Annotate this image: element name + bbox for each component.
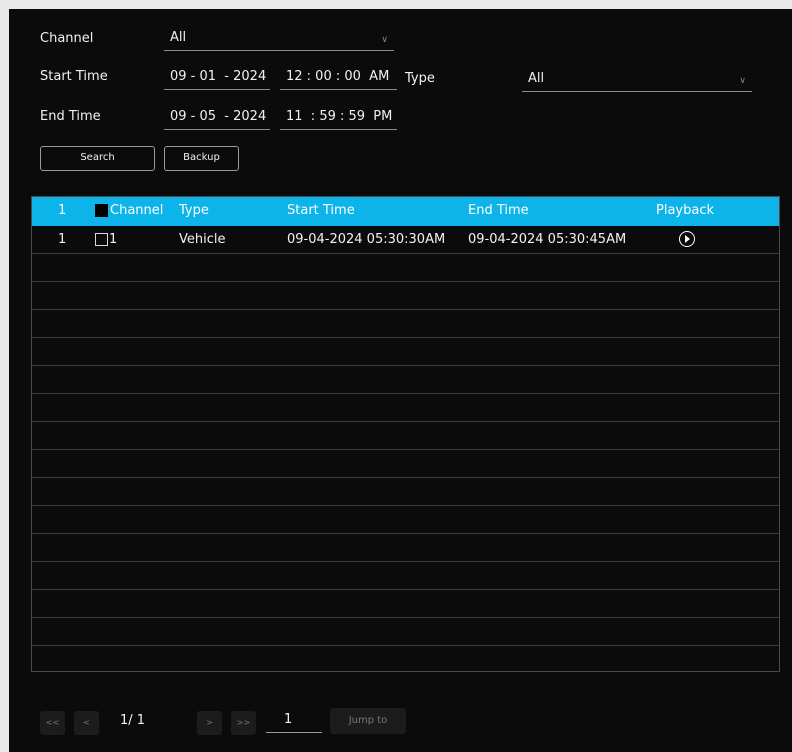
start-time-input[interactable]: 12 : 00 : 00 AM [280, 68, 397, 90]
row-end-time: 09-04-2024 05:30:45AM [468, 232, 627, 247]
header-end-time: End Time [468, 203, 529, 218]
table-row [32, 394, 779, 422]
table-row [32, 282, 779, 310]
first-page-button[interactable]: << [40, 711, 65, 735]
backup-button[interactable]: Backup [164, 146, 239, 171]
start-time-label: Start Time [40, 69, 108, 84]
page-indicator: 1/ 1 [120, 713, 146, 728]
end-time-value: 11 : 59 : 59 PM [286, 109, 393, 124]
table-row[interactable]: 1 1 Vehicle 09-04-2024 05:30:30AM 09-04-… [32, 226, 779, 254]
row-checkbox[interactable] [95, 233, 108, 246]
start-date-input[interactable]: 09 - 01 - 2024 [164, 68, 270, 90]
type-select-value: All [528, 71, 545, 86]
row-type: Vehicle [179, 232, 226, 247]
table-row [32, 338, 779, 366]
table-row [32, 254, 779, 282]
end-date-value: 09 - 05 - 2024 [170, 109, 267, 124]
end-time-input[interactable]: 11 : 59 : 59 PM [280, 108, 397, 130]
table-header: 1 Channel Type Start Time End Time Playb… [32, 197, 779, 226]
chevron-down-icon: ∨ [739, 76, 746, 86]
row-start-time: 09-04-2024 05:30:30AM [287, 232, 446, 247]
search-button[interactable]: Search [40, 146, 155, 171]
table-row [32, 310, 779, 338]
results-table: 1 Channel Type Start Time End Time Playb… [31, 196, 780, 672]
play-icon[interactable] [679, 231, 695, 247]
type-label: Type [405, 71, 435, 86]
type-select[interactable]: All ∨ [522, 70, 752, 92]
table-row [32, 478, 779, 506]
header-channel: Channel [110, 203, 164, 218]
jump-page-input[interactable]: 1 [266, 709, 322, 733]
table-row [32, 366, 779, 394]
prev-page-button[interactable]: < [74, 711, 99, 735]
channel-select[interactable]: All ∨ [164, 29, 394, 51]
jump-to-button[interactable]: Jump to [330, 708, 406, 734]
start-time-value: 12 : 00 : 00 AM [286, 69, 390, 84]
end-date-input[interactable]: 09 - 05 - 2024 [164, 108, 270, 130]
channel-select-value: All [170, 30, 187, 45]
table-row [32, 534, 779, 562]
header-playback: Playback [656, 203, 715, 218]
row-index: 1 [58, 232, 67, 247]
select-all-checkbox[interactable] [95, 204, 108, 217]
row-channel: 1 [109, 232, 118, 247]
table-row [32, 618, 779, 646]
table-row [32, 562, 779, 590]
header-type: Type [179, 203, 209, 218]
table-row [32, 506, 779, 534]
table-row [32, 422, 779, 450]
table-row [32, 590, 779, 618]
header-index: 1 [58, 203, 67, 218]
table-row [32, 646, 779, 671]
end-time-label: End Time [40, 109, 101, 124]
next-page-button[interactable]: > [197, 711, 222, 735]
table-row [32, 450, 779, 478]
start-date-value: 09 - 01 - 2024 [170, 69, 267, 84]
header-start-time: Start Time [287, 203, 355, 218]
chevron-down-icon: ∨ [381, 35, 388, 45]
channel-label: Channel [40, 31, 94, 46]
last-page-button[interactable]: >> [231, 711, 256, 735]
